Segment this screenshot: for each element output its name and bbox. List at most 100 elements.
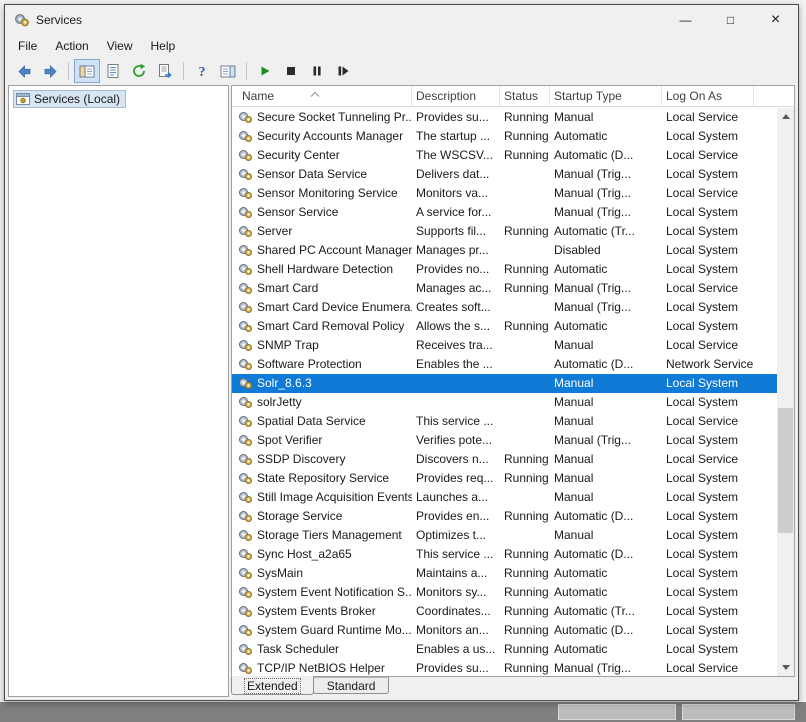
table-row[interactable]: Secure Socket Tunneling Pr...Provides su… bbox=[232, 108, 777, 127]
service-gear-icon bbox=[238, 224, 254, 239]
title-bar: Services — □ × bbox=[5, 5, 798, 35]
table-row[interactable]: Software ProtectionEnables the ...Automa… bbox=[232, 355, 777, 374]
service-description: Supports fil... bbox=[412, 222, 500, 241]
show-console-tree-button[interactable] bbox=[74, 59, 100, 83]
maximize-icon: □ bbox=[727, 13, 734, 27]
service-startup-type: Automatic (D... bbox=[550, 507, 662, 526]
close-button[interactable]: × bbox=[753, 5, 798, 35]
maximize-button[interactable]: □ bbox=[708, 5, 753, 35]
pause-service-button[interactable] bbox=[304, 59, 330, 83]
service-log-on-as: Local Service bbox=[662, 146, 754, 165]
menu-view[interactable]: View bbox=[98, 37, 142, 55]
column-header-log-on-as[interactable]: Log On As bbox=[662, 86, 754, 107]
scroll-down-button[interactable] bbox=[777, 659, 794, 676]
services-window: Services — □ × FileActionViewHelp ? Serv… bbox=[4, 4, 799, 701]
window-title: Services bbox=[36, 13, 82, 27]
service-name-cell: SNMP Trap bbox=[232, 336, 412, 355]
table-row[interactable]: Sensor Monitoring ServiceMonitors va...M… bbox=[232, 184, 777, 203]
column-header-name[interactable]: Name bbox=[232, 86, 412, 107]
service-description: Receives tra... bbox=[412, 336, 500, 355]
table-row[interactable]: System Events BrokerCoordinates...Runnin… bbox=[232, 602, 777, 621]
table-row[interactable]: solrJettyManualLocal System bbox=[232, 393, 777, 412]
table-row[interactable]: Storage ServiceProvides en...RunningAuto… bbox=[232, 507, 777, 526]
table-row[interactable]: SSDP DiscoveryDiscovers n...RunningManua… bbox=[232, 450, 777, 469]
table-row[interactable]: SysMainMaintains a...RunningAutomaticLoc… bbox=[232, 564, 777, 583]
minimize-button[interactable]: — bbox=[663, 5, 708, 35]
export-list-button[interactable] bbox=[152, 59, 178, 83]
tab-extended[interactable]: Extended bbox=[231, 676, 314, 695]
service-name: Spatial Data Service bbox=[257, 412, 366, 431]
service-name-cell: Still Image Acquisition Events bbox=[232, 488, 412, 507]
forward-button[interactable] bbox=[37, 59, 63, 83]
service-status: Running bbox=[500, 564, 550, 583]
column-header-description[interactable]: Description bbox=[412, 86, 500, 107]
service-log-on-as: Local System bbox=[662, 526, 754, 545]
service-gear-icon bbox=[238, 243, 254, 258]
service-log-on-as: Local System bbox=[662, 583, 754, 602]
table-row[interactable]: Spatial Data ServiceThis service ...Manu… bbox=[232, 412, 777, 431]
service-name: Secure Socket Tunneling Pr... bbox=[257, 108, 412, 127]
properties-button[interactable] bbox=[100, 59, 126, 83]
table-row[interactable]: Smart Card Device Enumera...Creates soft… bbox=[232, 298, 777, 317]
stop-service-button[interactable] bbox=[278, 59, 304, 83]
table-row[interactable]: TCP/IP NetBIOS HelperProvides su...Runni… bbox=[232, 659, 777, 676]
table-row[interactable]: System Event Notification S...Monitors s… bbox=[232, 583, 777, 602]
table-row[interactable]: ServerSupports fil...RunningAutomatic (T… bbox=[232, 222, 777, 241]
table-row[interactable]: Spot VerifierVerifies pote...Manual (Tri… bbox=[232, 431, 777, 450]
back-button[interactable] bbox=[11, 59, 37, 83]
service-name: Storage Service bbox=[257, 507, 342, 526]
service-description: Manages ac... bbox=[412, 279, 500, 298]
table-row[interactable]: Solr_8.6.3ManualLocal System bbox=[232, 374, 777, 393]
refresh-button[interactable] bbox=[126, 59, 152, 83]
stop-service-icon bbox=[283, 63, 299, 79]
service-startup-type: Manual (Trig... bbox=[550, 279, 662, 298]
service-gear-icon bbox=[238, 186, 254, 201]
column-header-status[interactable]: Status bbox=[500, 86, 550, 107]
table-row[interactable]: Smart Card Removal PolicyAllows the s...… bbox=[232, 317, 777, 336]
menu-file[interactable]: File bbox=[9, 37, 46, 55]
service-status: Running bbox=[500, 659, 550, 676]
service-gear-icon bbox=[238, 623, 254, 638]
service-name-cell: Sync Host_a2a65 bbox=[232, 545, 412, 564]
table-row[interactable]: Sync Host_a2a65This service ...RunningAu… bbox=[232, 545, 777, 564]
table-row[interactable]: SNMP TrapReceives tra...ManualLocal Serv… bbox=[232, 336, 777, 355]
scrollbar-thumb[interactable] bbox=[778, 408, 793, 533]
table-row[interactable]: Still Image Acquisition EventsLaunches a… bbox=[232, 488, 777, 507]
column-header-startup-type[interactable]: Startup Type bbox=[550, 86, 662, 107]
table-row[interactable]: System Guard Runtime Mo...Monitors an...… bbox=[232, 621, 777, 640]
help-button[interactable]: ? bbox=[189, 59, 215, 83]
table-row[interactable]: Shared PC Account ManagerManages pr...Di… bbox=[232, 241, 777, 260]
menu-action[interactable]: Action bbox=[46, 37, 97, 55]
service-gear-icon bbox=[238, 262, 254, 277]
restart-service-button[interactable] bbox=[330, 59, 356, 83]
table-row[interactable]: Security CenterThe WSCSV...RunningAutoma… bbox=[232, 146, 777, 165]
service-startup-type: Manual (Trig... bbox=[550, 298, 662, 317]
vertical-scrollbar[interactable] bbox=[777, 108, 794, 676]
service-description: Provides su... bbox=[412, 108, 500, 127]
table-row[interactable]: Smart CardManages ac...RunningManual (Tr… bbox=[232, 279, 777, 298]
export-list-icon bbox=[157, 63, 173, 79]
table-row[interactable]: Security Accounts ManagerThe startup ...… bbox=[232, 127, 777, 146]
scroll-up-button[interactable] bbox=[777, 108, 794, 125]
service-gear-icon bbox=[238, 205, 254, 220]
service-gear-icon bbox=[238, 547, 254, 562]
service-startup-type: Automatic bbox=[550, 317, 662, 336]
table-row[interactable]: State Repository ServiceProvides req...R… bbox=[232, 469, 777, 488]
service-startup-type: Disabled bbox=[550, 241, 662, 260]
service-gear-icon bbox=[238, 110, 254, 125]
action-pane-button[interactable] bbox=[215, 59, 241, 83]
table-row[interactable]: Task SchedulerEnables a us...RunningAuto… bbox=[232, 640, 777, 659]
table-row[interactable]: Storage Tiers ManagementOptimizes t...Ma… bbox=[232, 526, 777, 545]
table-row[interactable]: Sensor Data ServiceDelivers dat...Manual… bbox=[232, 165, 777, 184]
tab-standard[interactable]: Standard bbox=[313, 677, 390, 694]
service-name: solrJetty bbox=[257, 393, 302, 412]
start-service-button[interactable] bbox=[252, 59, 278, 83]
service-name: TCP/IP NetBIOS Helper bbox=[257, 659, 385, 676]
console-tree-pane: Services (Local) bbox=[8, 85, 229, 697]
table-row[interactable]: Sensor ServiceA service for...Manual (Tr… bbox=[232, 203, 777, 222]
menu-help[interactable]: Help bbox=[142, 37, 185, 55]
service-log-on-as: Local System bbox=[662, 564, 754, 583]
service-status: Running bbox=[500, 583, 550, 602]
table-row[interactable]: Shell Hardware DetectionProvides no...Ru… bbox=[232, 260, 777, 279]
sidebar-item-services-local[interactable]: Services (Local) bbox=[13, 90, 126, 108]
